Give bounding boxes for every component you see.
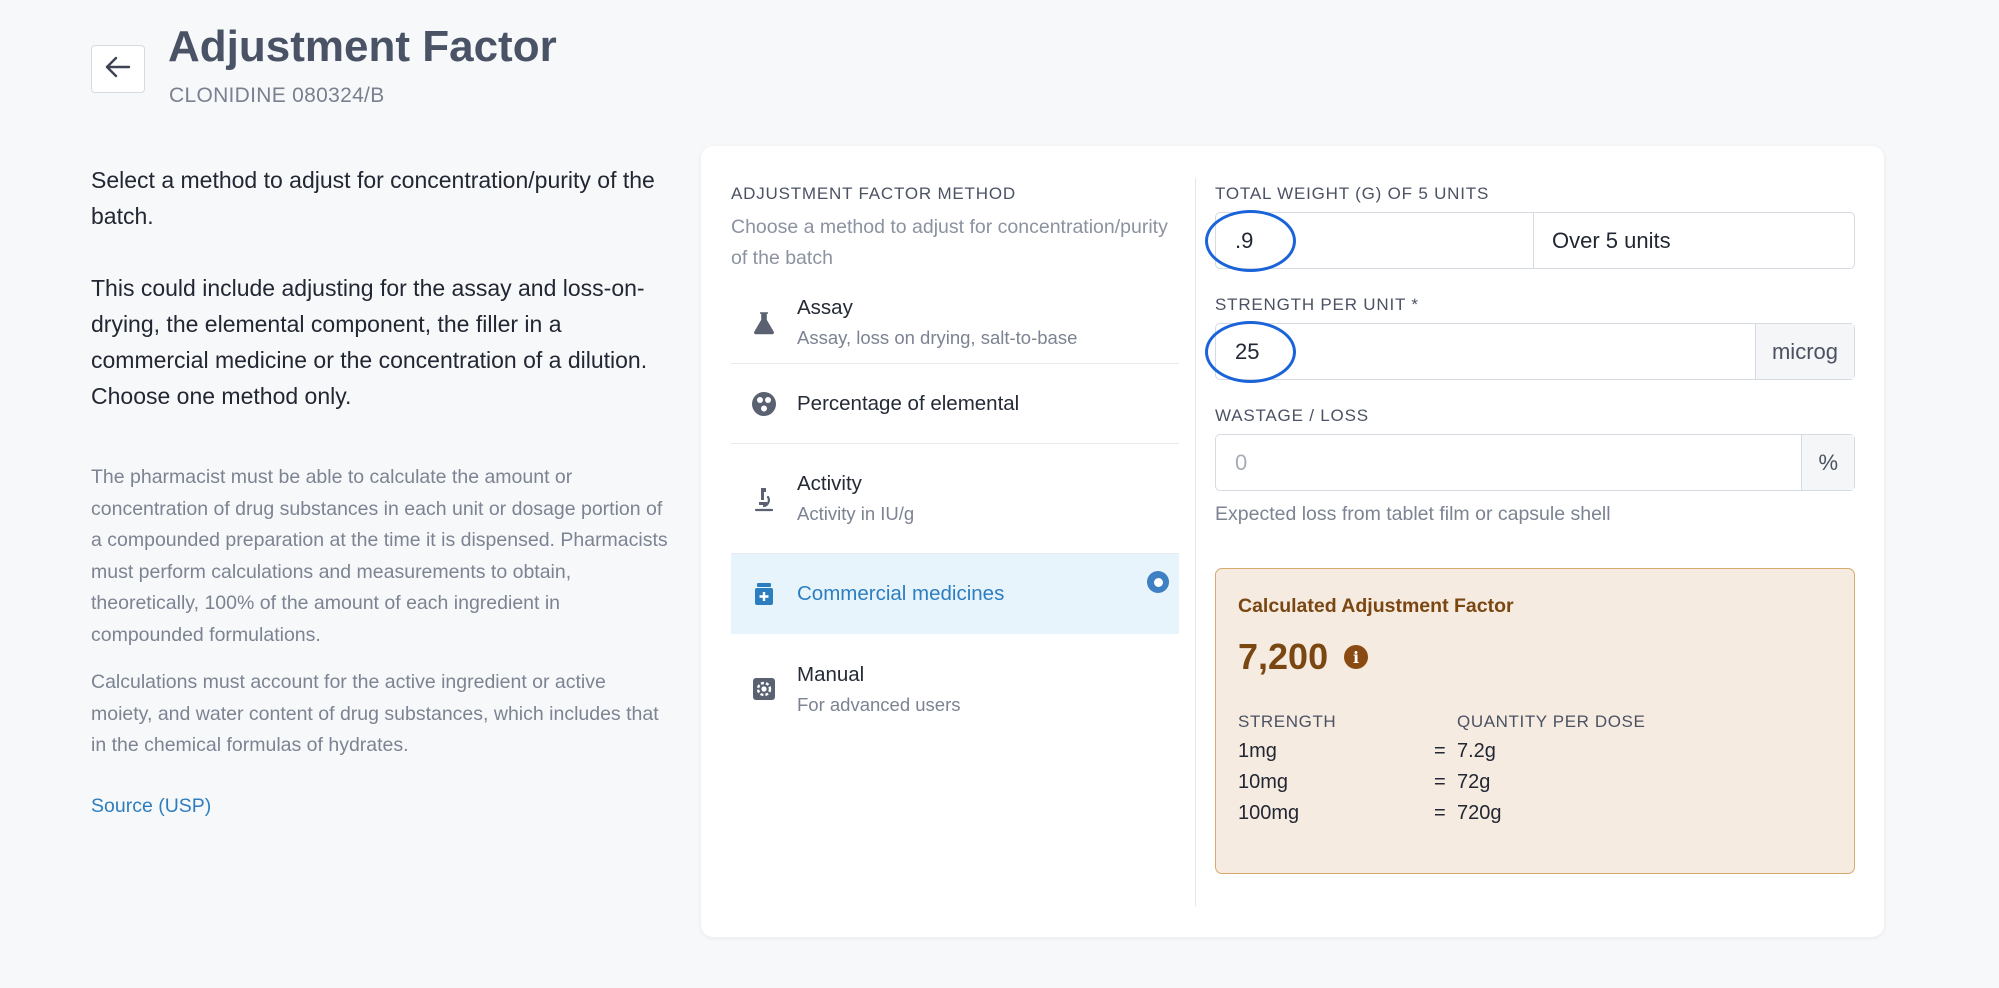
result-table: STRENGTH QUANTITY PER DOSE 1mg = 7.2g 10… [1238,712,1832,825]
method-title: Manual [797,662,865,686]
adjustment-card: ADJUSTMENT FACTOR METHOD Choose a method… [701,146,1884,937]
method-list: Assay Assay, loss on drying, salt-to-bas… [731,282,1179,744]
col-strength-header: STRENGTH [1238,712,1337,731]
row-equals: = [1434,802,1446,824]
method-item-percentage-elemental[interactable]: Percentage of elemental [731,364,1179,444]
adjustment-form: TOTAL WEIGHT (G) OF 5 UNITS .9 Over 5 un… [1205,184,1855,874]
note-paragraph: Calculations must account for the active… [91,671,659,756]
source-link[interactable]: Source (USP) [91,795,211,818]
method-section-label: ADJUSTMENT FACTOR METHOD [731,184,1016,203]
atom-icon [731,391,797,417]
total-weight-suffix: Over 5 units [1533,213,1854,268]
row-quantity: 7.2g [1457,740,1496,762]
selected-radio-icon[interactable] [1147,571,1169,593]
row-strength: 100mg [1238,802,1300,824]
wastage-label: WASTAGE / LOSS [1215,406,1369,425]
method-item-manual[interactable]: Manual For advanced users [731,634,1179,744]
strength-input[interactable]: 25 [1216,324,1755,379]
result-row: 10mg = 72g [1238,771,1832,794]
intro-paragraph: Select a method to adjust for concentrat… [91,167,655,229]
method-title: Commercial medicines [797,582,1005,605]
wastage-field: WASTAGE / LOSS 0 % Expected loss from ta… [1215,406,1855,526]
row-strength: 1mg [1238,740,1277,762]
method-title: Assay [797,296,853,319]
method-section-help: Choose a method to adjust for concentrat… [731,216,1168,269]
wastage-help: Expected loss from tablet film or capsul… [1215,503,1611,525]
page-subtitle: CLONIDINE 080324/B [169,84,385,107]
total-weight-field: TOTAL WEIGHT (G) OF 5 UNITS .9 Over 5 un… [1205,184,1855,272]
settings-icon [731,677,797,701]
strength-unit-addon: microg [1754,324,1854,379]
microscope-icon [731,486,797,512]
row-quantity: 720g [1457,802,1502,824]
arrow-left-icon [105,56,131,83]
total-weight-label: TOTAL WEIGHT (G) OF 5 UNITS [1215,184,1490,203]
method-item-assay[interactable]: Assay Assay, loss on drying, salt-to-bas… [731,282,1179,364]
result-row: 1mg = 7.2g [1238,740,1832,763]
total-weight-input[interactable]: .9 [1216,213,1533,268]
medicine-bottle-icon [731,582,797,606]
result-table-header: STRENGTH QUANTITY PER DOSE [1238,712,1832,732]
column-divider [1195,178,1196,906]
info-icon[interactable]: i [1344,645,1369,669]
row-quantity: 72g [1457,771,1491,793]
page-title: Adjustment Factor [168,22,557,71]
strength-field: STRENGTH PER UNIT * 25 microg [1205,295,1855,383]
col-quantity-header: QUANTITY PER DOSE [1457,712,1646,731]
row-equals: = [1434,771,1446,793]
method-item-activity[interactable]: Activity Activity in IU/g [731,444,1179,554]
flask-icon [731,311,797,335]
method-title: Activity [797,472,862,495]
method-item-commercial-medicines[interactable]: Commercial medicines [731,554,1179,634]
strength-label: STRENGTH PER UNIT * [1215,295,1419,314]
wastage-unit-addon: % [1801,435,1854,490]
calculated-result-box: Calculated Adjustment Factor 7,200 i STR… [1215,568,1855,874]
method-desc: Assay, loss on drying, salt-to-base [797,327,1078,348]
method-panel: ADJUSTMENT FACTOR METHOD Choose a method… [731,184,1179,744]
result-title: Calculated Adjustment Factor [1238,595,1514,617]
wastage-input[interactable]: 0 [1216,435,1801,490]
method-title: Percentage of elemental [797,391,1020,415]
result-value: 7,200 [1238,636,1329,677]
note-paragraph: The pharmacist must be able to calculate… [91,466,668,646]
back-button[interactable] [91,45,145,93]
intro-panel: Select a method to adjust for concentrat… [91,162,671,818]
result-row: 100mg = 720g [1238,802,1832,825]
method-desc: Activity in IU/g [797,503,915,524]
row-equals: = [1434,740,1446,762]
intro-paragraph: This could include adjusting for the ass… [91,275,648,409]
method-desc: For advanced users [797,693,961,715]
row-strength: 10mg [1238,771,1289,793]
